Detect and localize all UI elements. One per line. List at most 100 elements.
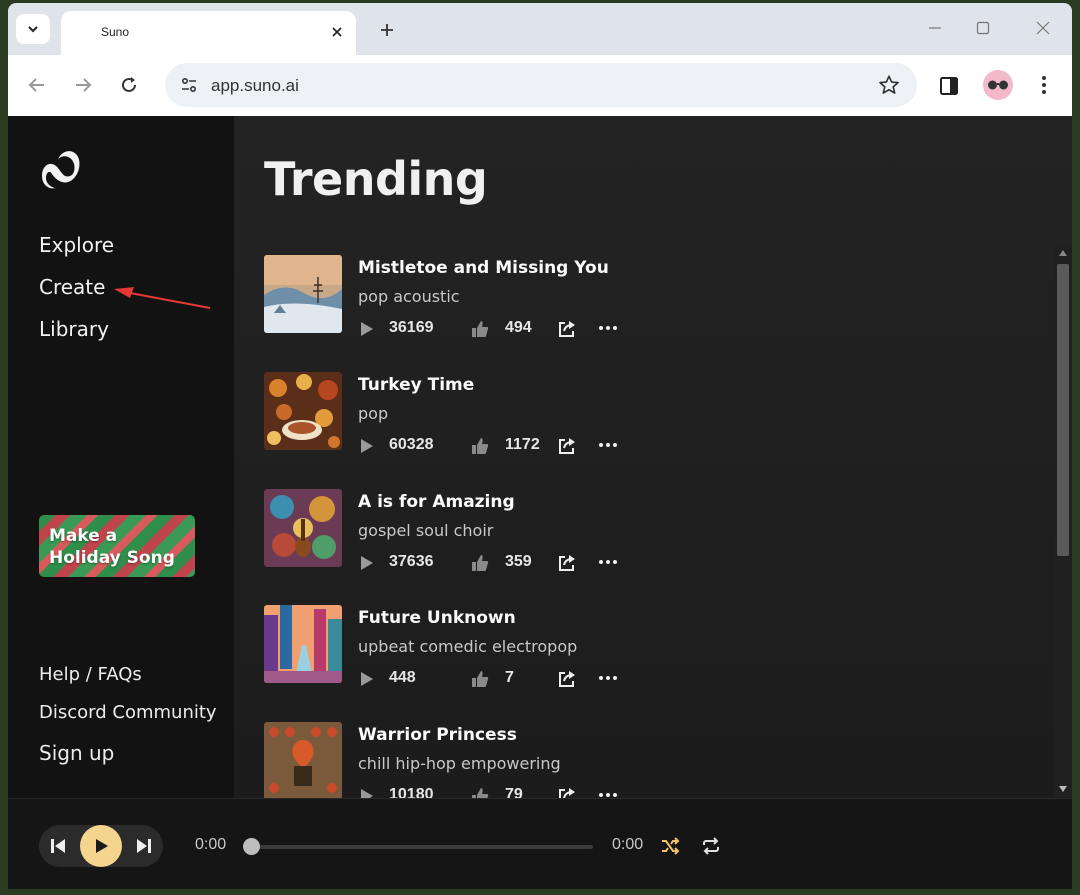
play-icon[interactable] xyxy=(358,320,376,338)
side-panel-button[interactable] xyxy=(936,73,962,99)
share-icon[interactable] xyxy=(557,553,577,573)
more-options-icon[interactable] xyxy=(599,326,619,332)
song-row[interactable]: Mistletoe and Missing You pop acoustic 3… xyxy=(264,255,864,345)
more-options-icon[interactable] xyxy=(599,560,619,566)
share-icon[interactable] xyxy=(557,786,577,798)
address-bar[interactable]: app.suno.ai xyxy=(165,63,917,107)
side-panel-icon xyxy=(940,77,958,95)
play-button[interactable] xyxy=(80,825,122,867)
song-row[interactable]: Turkey Time pop 60328 1172 xyxy=(264,372,864,462)
like-count: 79 xyxy=(505,786,523,798)
sidebar: Explore Create Library Make a Holiday So… xyxy=(8,116,234,798)
site-info-icon xyxy=(181,77,197,93)
star-icon xyxy=(879,75,899,94)
forward-button[interactable] xyxy=(68,70,98,100)
thumbs-up-icon[interactable] xyxy=(470,553,490,573)
sidebar-item-library[interactable]: Library xyxy=(39,317,109,341)
play-icon[interactable] xyxy=(358,670,376,688)
browser-menu-button[interactable] xyxy=(1034,71,1054,99)
help-faqs-link[interactable]: Help / FAQs xyxy=(39,664,142,685)
thumbs-up-icon[interactable] xyxy=(470,436,490,456)
share-icon[interactable] xyxy=(557,669,577,689)
share-icon[interactable] xyxy=(557,436,577,456)
maximize-button[interactable] xyxy=(968,15,998,41)
like-count: 7 xyxy=(505,669,514,686)
new-tab-button[interactable] xyxy=(374,17,400,43)
scroll-up-arrow-icon[interactable] xyxy=(1059,250,1067,256)
song-cover-art[interactable] xyxy=(264,605,342,683)
close-tab-button[interactable] xyxy=(326,21,348,43)
site-info-button[interactable] xyxy=(175,71,203,99)
browser-toolbar: app.suno.ai xyxy=(8,55,1072,116)
song-stats: 10180 79 xyxy=(358,784,658,798)
play-icon[interactable] xyxy=(358,787,376,798)
minimize-button[interactable] xyxy=(920,15,950,41)
song-title[interactable]: Warrior Princess xyxy=(358,725,517,745)
like-count: 359 xyxy=(505,553,532,570)
close-window-button[interactable] xyxy=(1028,15,1058,41)
shuffle-icon[interactable] xyxy=(659,835,681,857)
bookmark-button[interactable] xyxy=(877,73,901,97)
song-genre: gospel soul choir xyxy=(358,521,494,540)
share-icon[interactable] xyxy=(557,319,577,339)
maximize-icon xyxy=(976,21,990,35)
thumbs-up-icon[interactable] xyxy=(470,669,490,689)
play-count: 60328 xyxy=(389,436,434,453)
play-icon[interactable] xyxy=(358,437,376,455)
suno-app: Explore Create Library Make a Holiday So… xyxy=(8,116,1072,889)
thumbs-up-icon[interactable] xyxy=(470,786,490,798)
song-cover-art[interactable] xyxy=(264,372,342,450)
back-icon xyxy=(28,78,44,92)
reload-icon xyxy=(122,77,136,92)
play-count: 448 xyxy=(389,669,416,686)
play-count: 37636 xyxy=(389,553,434,570)
close-icon xyxy=(332,27,342,37)
promo-label: Make a Holiday Song xyxy=(49,526,175,568)
more-options-icon[interactable] xyxy=(599,676,619,682)
song-title[interactable]: Future Unknown xyxy=(358,608,516,628)
song-stats: 448 7 xyxy=(358,667,658,691)
minimize-icon xyxy=(929,27,941,29)
sidebar-item-explore[interactable]: Explore xyxy=(39,233,114,257)
next-track-icon[interactable] xyxy=(133,835,155,857)
tab-search-button[interactable] xyxy=(16,14,50,44)
song-title[interactable]: Mistletoe and Missing You xyxy=(358,258,609,278)
repeat-icon[interactable] xyxy=(700,835,722,857)
back-button[interactable] xyxy=(22,70,52,100)
seek-bar[interactable] xyxy=(251,845,593,849)
song-cover-art[interactable] xyxy=(264,489,342,567)
close-window-icon xyxy=(1036,21,1050,35)
thumbs-up-icon[interactable] xyxy=(470,319,490,339)
browser-window: Suno app.suno.ai Explore Create Library … xyxy=(8,3,1072,889)
suno-logo-icon[interactable] xyxy=(38,148,82,190)
scroll-down-arrow-icon[interactable] xyxy=(1059,786,1067,792)
make-holiday-song-button[interactable]: Make a Holiday Song xyxy=(39,515,195,577)
play-count: 10180 xyxy=(389,786,434,798)
sidebar-item-create[interactable]: Create xyxy=(39,275,105,299)
more-options-icon[interactable] xyxy=(599,443,619,449)
song-cover-art[interactable] xyxy=(264,722,342,798)
reload-button[interactable] xyxy=(114,70,144,100)
seek-knob[interactable] xyxy=(243,838,260,855)
play-icon[interactable] xyxy=(358,554,376,572)
scrollbar[interactable] xyxy=(1054,244,1072,798)
sunglasses-icon xyxy=(988,80,1008,90)
tab-title: Suno xyxy=(101,25,130,39)
scroll-thumb[interactable] xyxy=(1057,264,1069,556)
player-bar: 0:00 0:00 xyxy=(8,798,1072,889)
url-text: app.suno.ai xyxy=(211,76,299,95)
song-cover-art[interactable] xyxy=(264,255,342,333)
browser-tab[interactable]: Suno xyxy=(61,11,356,55)
main-content: Trending Mistletoe and Missing You pop a… xyxy=(234,116,1072,798)
discord-community-link[interactable]: Discord Community xyxy=(39,702,217,723)
song-title[interactable]: A is for Amazing xyxy=(358,492,515,512)
song-row[interactable]: A is for Amazing gospel soul choir 37636… xyxy=(264,489,864,579)
song-row[interactable]: Future Unknown upbeat comedic electropop… xyxy=(264,605,864,695)
previous-track-icon[interactable] xyxy=(47,835,69,857)
song-title[interactable]: Turkey Time xyxy=(358,375,474,395)
sign-up-link[interactable]: Sign up xyxy=(39,741,114,765)
song-genre: upbeat comedic electropop xyxy=(358,637,578,656)
like-count: 1172 xyxy=(505,436,540,453)
song-row[interactable]: Warrior Princess chill hip-hop empowerin… xyxy=(264,722,864,798)
profile-avatar[interactable] xyxy=(983,70,1013,100)
